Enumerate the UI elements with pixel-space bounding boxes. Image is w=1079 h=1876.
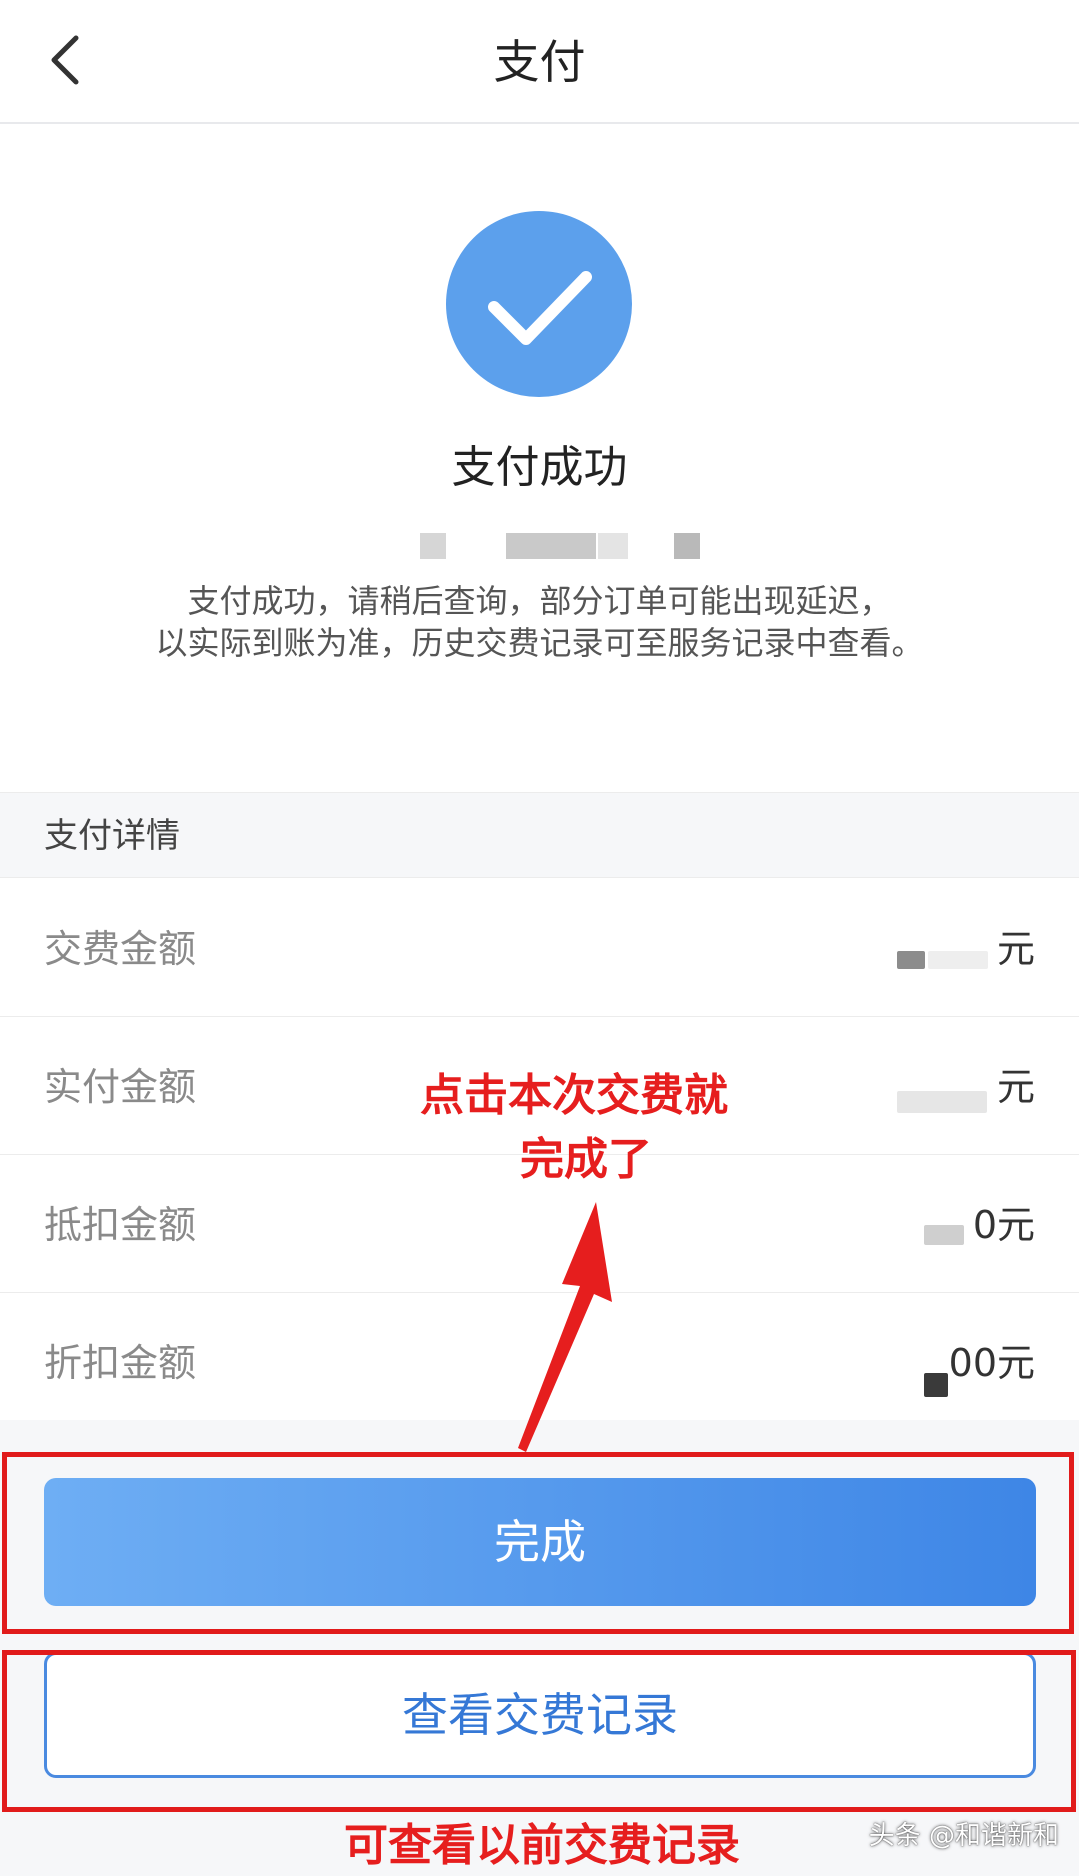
redacted-value [924,1373,948,1397]
checkmark-circle-icon [446,211,632,397]
redacted-value [928,951,988,969]
detail-value: 0元 [972,1203,1035,1247]
annotation-text-records: 可查看以前交费记录 [344,1820,740,1871]
redacted-value [897,951,925,969]
top-nav-bar: 支付 [0,0,1079,124]
detail-label: 折扣金额 [44,1341,197,1385]
view-payment-records-button[interactable]: 查看交费记录 [44,1652,1036,1778]
annotation-text-done-line2: 完成了 [520,1134,652,1185]
detail-label: 实付金额 [44,1065,197,1109]
detail-label: 抵扣金额 [44,1203,197,1247]
details-section-title: 支付详情 [44,816,180,856]
detail-row-payment-amount: 交费金额 元 [0,879,1079,1017]
detail-label: 交费金额 [44,927,197,971]
detail-value: 00元 [948,1341,1035,1385]
redacted-value [924,1225,964,1245]
redacted-value [897,1091,987,1113]
redacted-info [420,533,700,559]
watermark: 头条 @和谐新和 [868,1821,1059,1851]
payment-success-screen: 支付 支付成功 支付成功，请稍后查询，部分订单可能出现延迟， 以实际到账为准，历… [0,0,1079,1876]
detail-value: 元 [996,927,1035,971]
page-title: 支付 [493,35,586,89]
annotation-arrow-icon [518,1202,612,1452]
details-section-header: 支付详情 [0,792,1079,878]
description-line-1: 支付成功，请稍后查询，部分订单可能出现延迟， [187,582,892,620]
success-description: 支付成功，请稍后查询，部分订单可能出现延迟， 以实际到账为准，历史交费记录可至服… [60,580,1019,664]
success-title: 支付成功 [451,442,628,493]
description-line-2: 以实际到账为准，历史交费记录可至服务记录中查看。 [155,624,924,662]
done-button[interactable]: 完成 [44,1478,1036,1606]
annotation-text-done-line1: 点击本次交费就 [420,1070,728,1121]
detail-value: 元 [996,1065,1035,1109]
